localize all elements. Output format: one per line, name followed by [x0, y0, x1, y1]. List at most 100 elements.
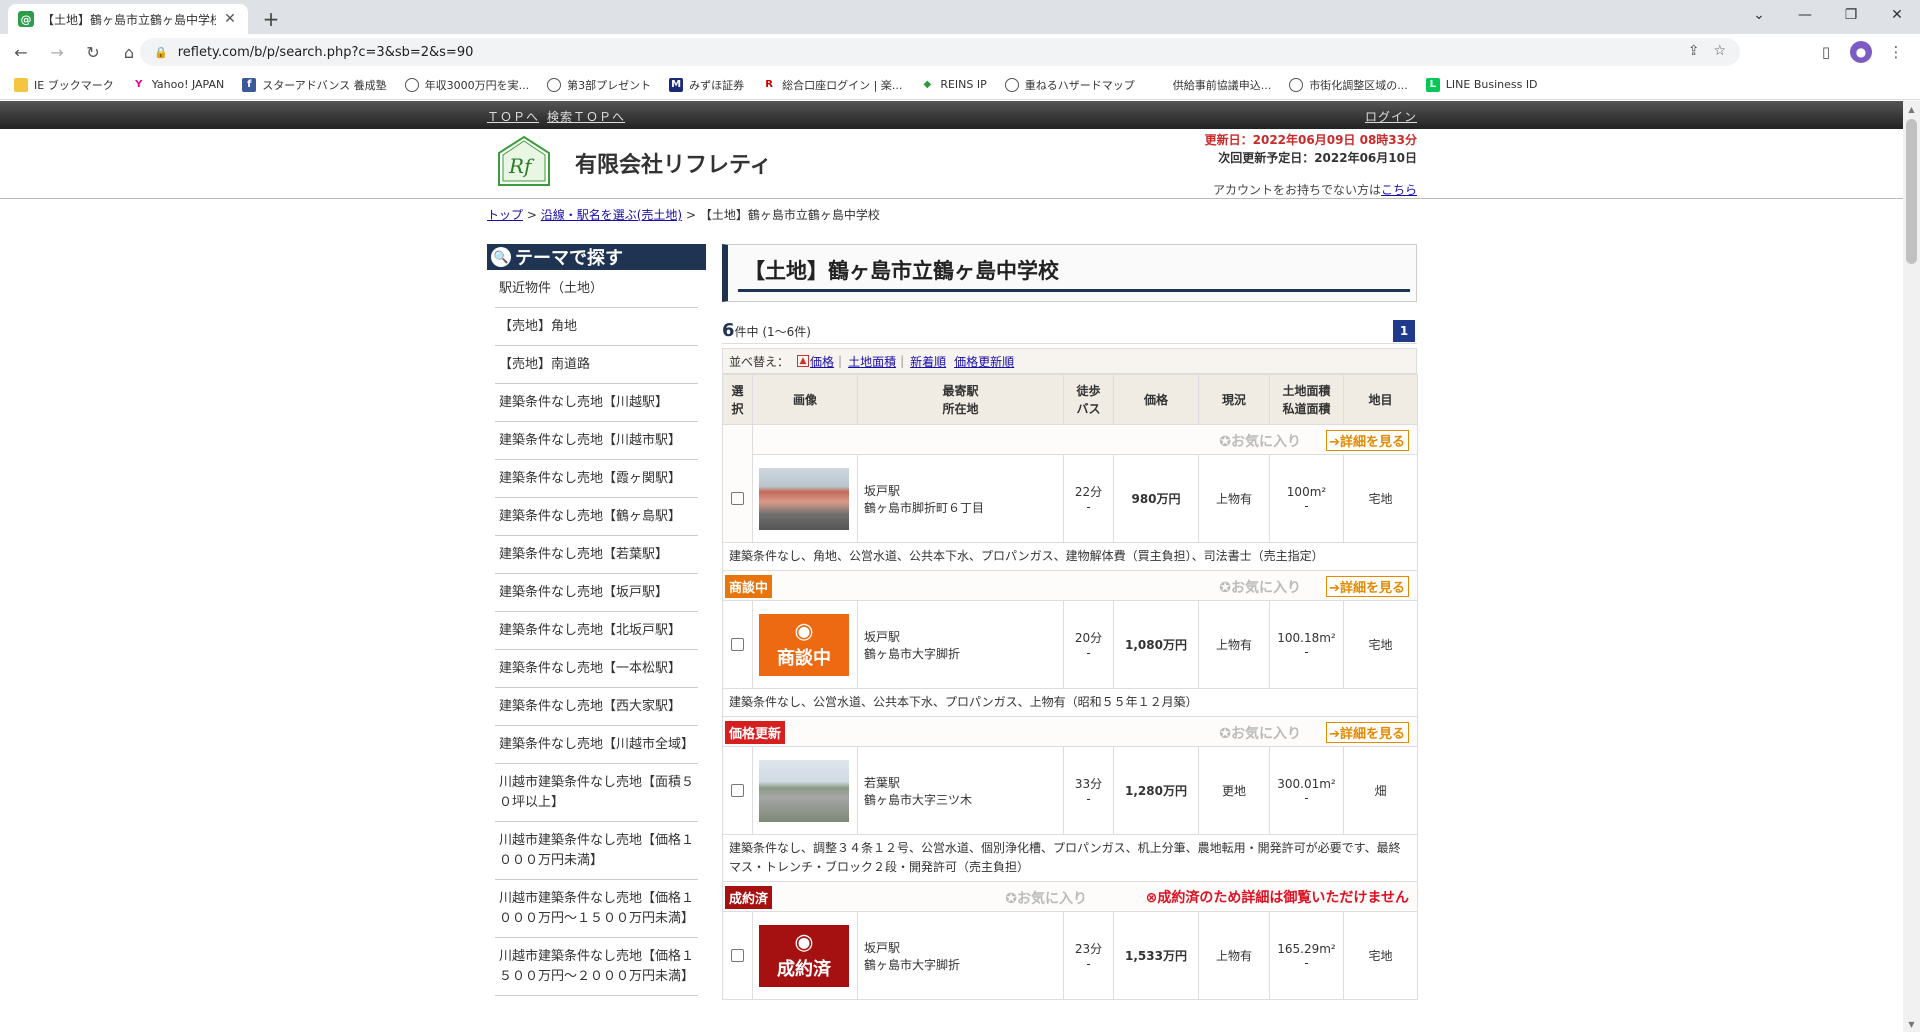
listing-thumbnail[interactable] — [759, 759, 849, 822]
negotiation-icon: ◉ — [794, 619, 814, 644]
station: 坂戸駅 — [864, 483, 901, 498]
bookmark-item[interactable]: 第3部プレゼント — [547, 77, 651, 93]
back-button[interactable]: ← — [6, 37, 36, 67]
menu-icon[interactable]: ⋮ — [1882, 38, 1910, 66]
sidebar-item[interactable]: 建築条件なし売地【川越市駅】 — [495, 422, 698, 460]
bookmark-item[interactable]: ◆ REINS IP — [920, 78, 986, 92]
listing-thumbnail[interactable]: ◉ 商談中 — [759, 613, 849, 676]
bookmark-star-icon[interactable]: ☆ — [1713, 43, 1726, 59]
globe-icon — [1289, 77, 1304, 92]
sidebar-item[interactable]: 建築条件なし売地【一本松駅】 — [495, 650, 698, 688]
folder-icon — [14, 77, 28, 92]
register-link[interactable]: こちら — [1381, 183, 1417, 197]
detail-button[interactable]: ➔詳細を見る — [1326, 722, 1409, 743]
listing-note: 建築条件なし、公営水道、公共本下水、プロパンガス、上物有（昭和５５年１２月築） — [722, 688, 1418, 717]
sidebar-item[interactable]: 川越市建築条件なし売地【価格１５００万円～２０００万円未満】 — [495, 938, 698, 996]
sidebar-item[interactable]: 建築条件なし売地【川越駅】 — [495, 384, 698, 422]
sidebar-item[interactable]: 【売地】南道路 — [495, 346, 698, 384]
land-type: 宅地 — [1343, 911, 1418, 1000]
favorite-button[interactable]: ✪お気に入り — [1219, 577, 1301, 597]
select-checkbox[interactable] — [731, 949, 744, 962]
pagination-page[interactable]: 1 — [1393, 320, 1415, 342]
sidebar-item[interactable]: 建築条件なし売地【若葉駅】 — [495, 536, 698, 574]
web-page: ＴＯＰへ 検索ＴＯＰへ ログイン Rf 有限会社リフレティ 更新日：2022年0… — [0, 101, 1903, 1032]
search-icon: 🔍 — [491, 247, 511, 267]
breadcrumb-section[interactable]: 沿線・駅名を選ぶ(売土地) — [541, 208, 682, 222]
bookmark-item[interactable]: 重ねるハザードマップ — [1004, 77, 1135, 93]
close-window-button[interactable]: ✕ — [1874, 0, 1920, 30]
sort-price-link[interactable]: 価格 — [810, 353, 834, 370]
land-type: 宅地 — [1343, 454, 1418, 543]
land-area: 100m² — [1286, 484, 1327, 499]
site-header: Rf 有限会社リフレティ 更新日：2022年06月09日 08時33分 次回更新… — [0, 129, 1903, 199]
side-panel-icon[interactable]: ▯ — [1812, 38, 1840, 66]
sidebar-item[interactable]: 建築条件なし売地【川越市全域】 — [495, 726, 698, 764]
breadcrumb-home[interactable]: トップ — [487, 208, 523, 222]
scroll-up-icon[interactable]: ▲ — [1903, 101, 1920, 117]
bookmark-item[interactable]: 供給事前協議申込... — [1153, 77, 1272, 93]
top-link[interactable]: ＴＯＰへ — [487, 108, 539, 125]
reload-button[interactable]: ↻ — [78, 37, 108, 67]
breadcrumb-current: 【土地】鶴ヶ島市立鶴ヶ島中学校 — [699, 208, 880, 222]
restore-button[interactable]: ❐ — [1828, 0, 1874, 30]
sidebar-item[interactable]: 【売地】角地 — [495, 308, 698, 346]
forward-button[interactable]: → — [42, 37, 72, 67]
sidebar-item[interactable]: 川越市建築条件なし売地【価格１０００万円未満】 — [495, 822, 698, 880]
favorite-button[interactable]: ✪お気に入り — [1219, 723, 1301, 743]
scroll-down-icon[interactable]: ▼ — [1903, 1016, 1920, 1032]
sidebar-item[interactable]: 建築条件なし売地【鶴ヶ島駅】 — [495, 498, 698, 536]
sidebar-item[interactable]: 駅近物件（土地） — [495, 270, 698, 308]
sidebar-item[interactable]: 川越市建築条件なし売地【面積５０坪以上】 — [495, 764, 698, 822]
land-area: 300.01m² — [1277, 776, 1336, 791]
share-icon[interactable]: ⇪ — [1688, 43, 1700, 59]
facebook-icon: f — [242, 77, 257, 92]
sidebar-item[interactable]: 建築条件なし売地【北坂戸駅】 — [495, 612, 698, 650]
col-header-walk: 徒歩 バス — [1063, 374, 1114, 425]
minimize-button[interactable]: — — [1782, 0, 1828, 30]
sidebar-item[interactable]: 建築条件なし売地【坂戸駅】 — [495, 574, 698, 612]
select-checkbox[interactable] — [731, 492, 744, 505]
bookmark-item[interactable]: Y Yahoo! JAPAN — [132, 78, 224, 92]
sort-area-link[interactable]: 土地面積 — [848, 353, 896, 370]
browser-tab[interactable]: @ 【土地】鶴ヶ島市立鶴ヶ島中学校の ✕ — [8, 4, 248, 34]
bookmark-item[interactable]: 市街化調整区域の... — [1289, 77, 1408, 93]
detail-button[interactable]: ➔詳細を見る — [1326, 430, 1409, 451]
login-link[interactable]: ログイン — [1365, 108, 1417, 125]
scroll-thumb[interactable] — [1906, 119, 1917, 264]
col-header-area: 土地面積 私道面積 — [1269, 374, 1344, 425]
new-tab-button[interactable]: + — [258, 6, 284, 32]
bookmark-item[interactable]: L LINE Business ID — [1425, 77, 1538, 92]
detail-button[interactable]: ➔詳細を見る — [1326, 576, 1409, 597]
tab-search-icon[interactable]: ⌄ — [1736, 0, 1782, 30]
close-tab-icon[interactable]: ✕ — [222, 11, 238, 27]
select-cell — [722, 424, 753, 543]
address-bar[interactable]: 🔒 reflety.com/b/p/search.php?c=3&sb=2&s=… — [140, 38, 1740, 66]
bookmark-item[interactable]: f スターアドバンス 養成塾 — [242, 77, 387, 93]
company-logo-icon[interactable]: Rf — [497, 135, 551, 187]
land-area: 100.18m² — [1277, 630, 1336, 645]
select-checkbox[interactable] — [731, 638, 744, 651]
bookmark-item[interactable]: IE ブックマーク — [14, 77, 114, 93]
bookmark-item[interactable]: M みずほ証券 — [669, 77, 744, 93]
sidebar-title: 🔍 テーマで探す — [487, 244, 706, 270]
sidebar-item[interactable]: 建築条件なし売地【西大家駅】 — [495, 688, 698, 726]
sold-icon: ◉ — [794, 930, 814, 955]
lock-icon[interactable]: 🔒 — [154, 46, 168, 59]
station: 若葉駅 — [864, 775, 901, 790]
listing-thumbnail[interactable] — [759, 467, 849, 530]
listing-thumbnail[interactable]: ◉ 成約済 — [759, 924, 849, 987]
select-checkbox[interactable] — [731, 784, 744, 797]
col-header-landtype: 地目 — [1343, 374, 1418, 425]
sidebar-item[interactable]: 建築条件なし売地【霞ヶ関駅】 — [495, 460, 698, 498]
walk-time: 22分 — [1074, 485, 1103, 499]
profile-avatar[interactable]: ● — [1850, 41, 1872, 63]
favorite-button[interactable]: ✪お気に入り — [1005, 888, 1087, 908]
bookmark-item[interactable]: 年収3000万円を実... — [404, 77, 529, 93]
sidebar-item[interactable]: 川越市建築条件なし売地【価格１０００万円～１５００万円未満】 — [495, 880, 698, 938]
favorite-button[interactable]: ✪お気に入り — [1219, 431, 1301, 451]
sort-newest-link[interactable]: 新着順 — [910, 353, 946, 370]
page-scrollbar[interactable]: ▲ ▼ — [1903, 101, 1920, 1032]
bookmark-item[interactable]: R 総合口座ログイン | 楽... — [762, 77, 902, 93]
search-top-link[interactable]: 検索ＴＯＰへ — [547, 108, 625, 125]
sort-price-update-link[interactable]: 価格更新順 — [954, 353, 1014, 370]
